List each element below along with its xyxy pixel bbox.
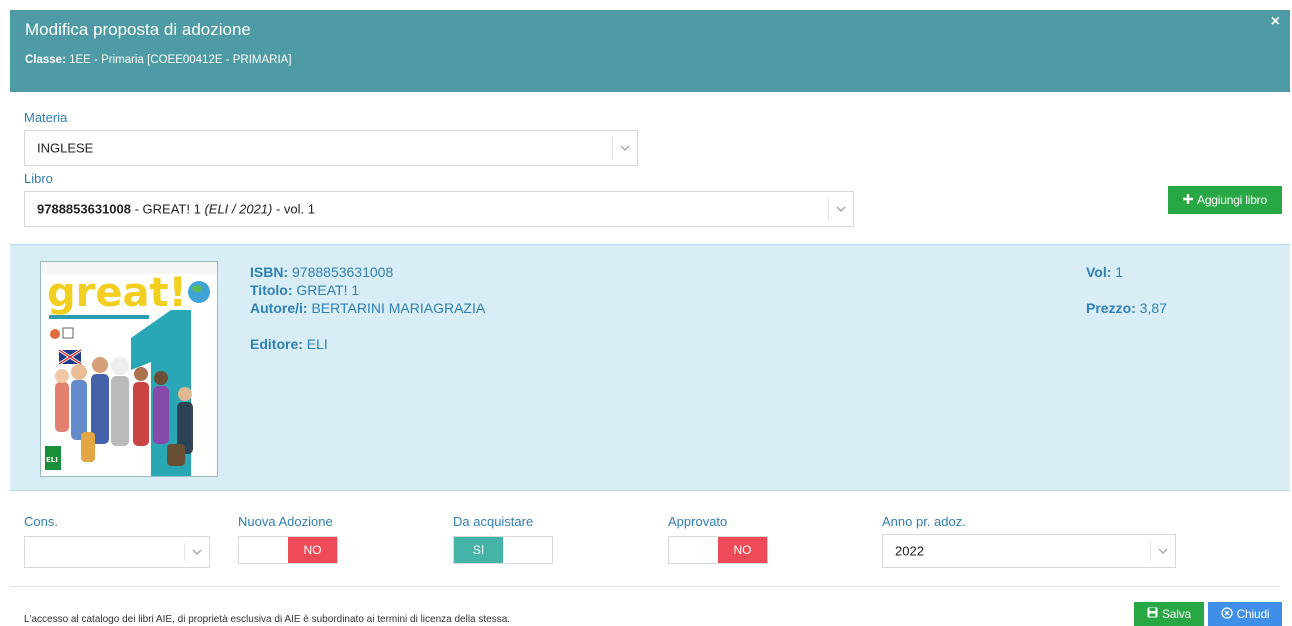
editore-info: Editore: ELI [250,337,328,351]
add-book-label: Aggiungi libro [1197,193,1267,207]
titolo-info: Titolo: GREAT! 1 [250,283,359,297]
chevron-down-icon [829,192,853,226]
close-circle-icon [1220,606,1233,622]
libro-select[interactable]: 9788853631008 - GREAT! 1 (ELI / 2021) - … [24,191,854,227]
materia-value: INGLESE [37,140,94,156]
chevron-down-icon [185,537,209,567]
isbn-label: ISBN: [250,264,289,280]
classe-value: 1EE - Primaria [COEE00412E - PRIMARIA] [65,54,292,66]
cover-number-text: 1 [153,454,159,465]
da-acquistare-label: Da acquistare [453,514,534,529]
editore-label: Editore: [250,336,303,352]
titolo-label: Titolo: [250,282,293,298]
license-notice: L'accesso al catalogo dei libri AIE, di … [24,614,511,625]
toggle-state-no: NO [288,537,337,563]
vol-info: Vol: 1 [1086,265,1123,279]
cover-title-text: great! [47,270,187,316]
autore-value: BERTARINI MARIAGRAZIA [307,300,486,316]
close-button[interactable]: Chiudi [1208,602,1282,626]
libro-vol: - vol. 1 [272,201,315,217]
libro-value: 9788853631008 - GREAT! 1 (ELI / 2021) - … [37,202,315,217]
toggle-state-no: NO [718,537,767,563]
modal-title: Modifica proposta di adozione [25,20,251,39]
vol-label: Vol: [1086,264,1112,280]
prezzo-label: Prezzo: [1086,300,1136,316]
autore-info: Autore/i: BERTARINI MARIAGRAZIA [250,301,485,315]
editore-value: ELI [302,336,328,352]
classe-info: Classe: 1EE - Primaria [COEE00412E - PRI… [25,54,292,66]
da-acquistare-toggle[interactable]: SI [453,536,553,564]
vol-value: 1 [1111,264,1124,280]
chevron-down-icon [1151,535,1175,567]
isbn-value: 9788853631008 [288,264,394,280]
close-icon[interactable]: × [1271,13,1280,31]
toggle-state-si: SI [454,537,503,563]
approvato-label: Approvato [668,514,728,529]
libro-isbn: 9788853631008 [37,201,131,217]
libro-title: - GREAT! 1 [131,201,205,217]
add-book-button[interactable]: Aggiungi libro [1168,186,1282,214]
nuova-adozione-toggle[interactable]: NO [238,536,338,564]
anno-adozione-value: 2022 [895,543,924,559]
isbn-info: ISBN: 9788853631008 [250,265,393,279]
nuova-adozione-label: Nuova Adozione [238,514,333,529]
plus-icon [1183,193,1194,207]
save-button[interactable]: Salva [1134,602,1204,626]
cons-select[interactable] [24,536,210,568]
prezzo-info: Prezzo: 3,87 [1086,301,1167,315]
save-label: Salva [1161,607,1192,621]
materia-select[interactable]: INGLESE [24,130,638,166]
approvato-toggle[interactable]: NO [668,536,768,564]
footer-divider [10,586,1280,587]
autore-label: Autore/i: [250,300,308,316]
libro-label: Libro [24,171,53,186]
anno-adozione-label: Anno pr. adoz. [882,514,966,529]
chevron-down-icon [613,131,637,165]
cons-label: Cons. [24,514,58,529]
materia-label: Materia [24,110,68,125]
libro-meta: (ELI / 2021) [204,201,273,217]
floppy-disk-icon [1147,607,1158,621]
anno-adozione-select[interactable]: 2022 [882,534,1176,568]
book-details-panel: great! 1 ELI ISBN: 9788853631008 Titolo:… [10,244,1290,491]
close-label: Chiudi [1236,607,1270,621]
titolo-value: GREAT! 1 [292,282,360,298]
cover-publisher-text: ELI [46,456,58,464]
prezzo-value: 3,87 [1135,300,1167,316]
book-cover-image: great! 1 ELI [40,261,218,477]
classe-label: Classe: [25,54,66,66]
modal-header: Modifica proposta di adozione Classe: 1E… [10,10,1290,92]
